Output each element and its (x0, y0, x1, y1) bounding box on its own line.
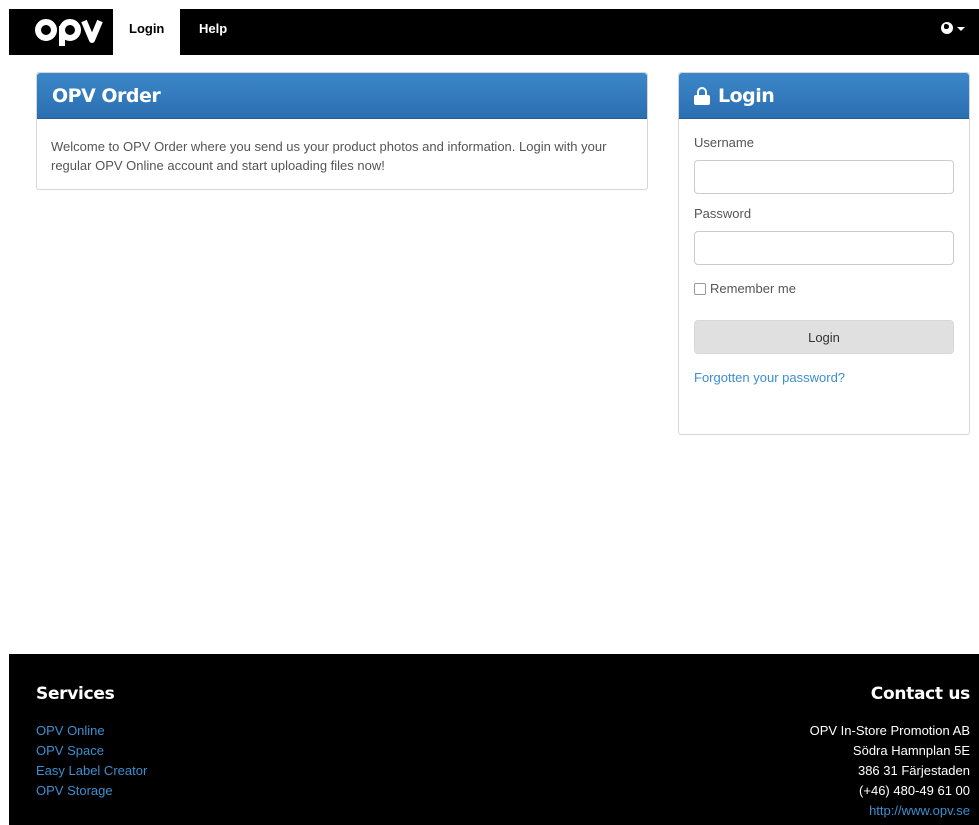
app-frame: Login Help OPV Order Welcome to OPV Orde… (9, 9, 979, 825)
services-section: Services OPV Online OPV Space Easy Label… (36, 684, 147, 801)
login-button[interactable]: Login (694, 320, 954, 354)
contact-company: OPV In-Store Promotion AB (809, 723, 970, 738)
remember-me-label[interactable]: Remember me (710, 281, 796, 296)
order-panel: OPV Order Welcome to OPV Order where you… (36, 72, 648, 190)
order-panel-title: OPV Order (37, 73, 647, 119)
opv-logo[interactable] (34, 12, 110, 48)
order-welcome-text: Welcome to OPV Order where you send us y… (51, 139, 607, 173)
contact-website-link[interactable]: http://www.opv.se (810, 801, 970, 821)
password-label: Password (694, 206, 752, 221)
lock-icon (694, 86, 710, 105)
contact-section: Contact us OPV In-Store Promotion AB Söd… (809, 684, 971, 821)
service-link-opv-space[interactable]: OPV Space (36, 741, 147, 761)
tab-help[interactable]: Help (183, 9, 243, 55)
service-link-easy-label-creator[interactable]: Easy Label Creator (36, 761, 147, 781)
username-label: Username (694, 135, 754, 150)
forgot-password-link[interactable]: Forgotten your password? (694, 370, 845, 385)
service-link-opv-online[interactable]: OPV Online (36, 721, 147, 741)
footer: Services OPV Online OPV Space Easy Label… (9, 654, 979, 825)
login-panel-header: Login (679, 73, 969, 119)
login-form: Username Password Remember me Login Forg… (679, 119, 969, 401)
caret-down-icon (957, 27, 965, 31)
contact-street: Södra Hamnplan 5E (852, 743, 970, 758)
login-panel: Login Username Password Remember me Logi… (678, 72, 970, 435)
tab-login[interactable]: Login (113, 9, 181, 55)
login-panel-title: Login (718, 84, 775, 107)
contact-city: 386 31 Färjestaden (857, 763, 970, 778)
top-navbar: Login Help (9, 9, 979, 55)
username-input[interactable] (694, 160, 954, 194)
contact-phone: (+46) 480-49 61 00 (859, 783, 970, 798)
language-dropdown[interactable] (941, 22, 965, 34)
password-input[interactable] (694, 231, 954, 265)
services-title: Services (36, 684, 115, 704)
globe-icon (941, 22, 953, 34)
remember-me-row[interactable]: Remember me (694, 281, 954, 296)
remember-me-checkbox[interactable] (694, 282, 706, 295)
service-link-opv-storage[interactable]: OPV Storage (36, 781, 147, 801)
contact-title: Contact us (870, 684, 971, 704)
